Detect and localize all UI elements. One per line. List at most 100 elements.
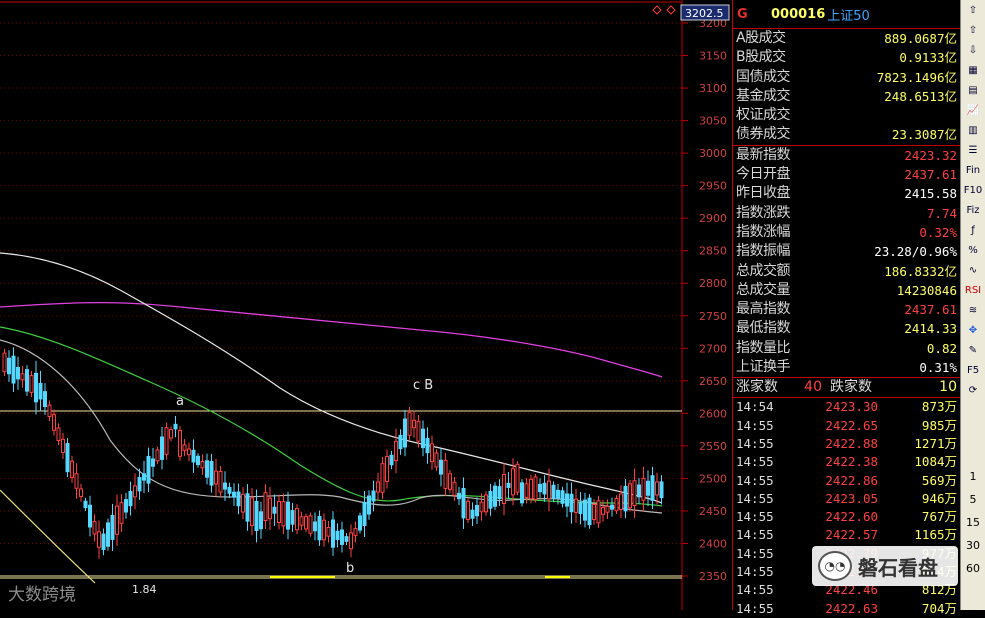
candle-body	[448, 473, 452, 490]
candle-body	[245, 493, 250, 522]
index-stat-value: 186.8332亿	[884, 263, 957, 279]
candle-body	[578, 502, 583, 514]
index-stat-label: 最低指数	[736, 320, 791, 337]
lines-icon[interactable]: ≋	[963, 301, 984, 320]
diamond-marker-icon	[666, 5, 676, 15]
index-stat-row: 指数振幅 23.28/0.96%	[733, 242, 960, 261]
candle-body	[92, 521, 97, 535]
period-button-30[interactable]: 30	[963, 534, 984, 556]
chart-icon[interactable]: 📈	[963, 101, 984, 120]
candle-body	[587, 497, 592, 526]
volume-stat-row: B股成交 0.9133亿	[733, 48, 960, 67]
tick-row: 14:55 2422.65 985万	[733, 417, 960, 435]
candle-body	[322, 519, 326, 541]
rsi-icon[interactable]: RSI	[963, 281, 984, 300]
volume-stat-value: 248.6513亿	[884, 88, 957, 104]
wave-icon[interactable]: ∿	[963, 261, 984, 280]
refresh-icon[interactable]: ⟳	[963, 381, 984, 400]
tick-volume: 1084万	[914, 454, 957, 470]
candle-body	[524, 483, 529, 498]
candle-body	[88, 504, 92, 528]
y-tick-label: 2800	[699, 277, 727, 290]
move-icon[interactable]: ✥	[963, 321, 984, 340]
index-stat-label: 指数涨幅	[736, 223, 791, 240]
candle-body	[335, 530, 340, 541]
up-count: 40	[804, 379, 822, 396]
index-stat-label: 总成交额	[736, 262, 791, 279]
candle-body	[556, 489, 560, 499]
g-badge[interactable]: G	[733, 7, 767, 22]
index-stat-value: 2437.61	[904, 302, 957, 318]
f-icon[interactable]: ƒ	[963, 221, 984, 240]
candle-body	[430, 443, 434, 463]
tick-row: 14:55 2423.05 946万	[733, 490, 960, 508]
y-tick-label: 2950	[699, 180, 727, 193]
up-count-label: 涨家数	[736, 379, 778, 396]
candle-body	[254, 500, 259, 532]
candle-icon[interactable]: ▥	[963, 121, 984, 140]
candle-body	[178, 429, 182, 457]
up-arrow-icon[interactable]: ⇧	[963, 1, 984, 20]
candle-body	[569, 493, 574, 513]
candle-body	[394, 440, 398, 462]
candle-body	[56, 427, 61, 441]
candle-body	[367, 495, 371, 515]
chart-svg[interactable]: 3200315031003050300029502900285028002750…	[0, 0, 732, 610]
pen-icon[interactable]: ✎	[963, 341, 984, 360]
f5-icon[interactable]: F5	[963, 361, 984, 380]
candle-body	[461, 487, 466, 519]
candle-body	[601, 507, 605, 515]
candle-body	[128, 490, 133, 507]
chart-grid	[0, 22, 682, 577]
candle-body	[340, 529, 344, 545]
table-icon[interactable]: ▤	[963, 81, 984, 100]
tick-price: 2422.57	[825, 527, 878, 543]
period-button-5[interactable]: 5	[963, 488, 984, 510]
y-tick-label: 2350	[699, 570, 727, 583]
candle-body	[281, 501, 286, 527]
candle-body	[164, 427, 169, 455]
tick-volume: 1271万	[914, 435, 957, 451]
candle-body	[619, 493, 623, 510]
tick-price: 2422.86	[825, 472, 878, 488]
candlestick-chart[interactable]: 3200 3150 3100 3050 3000 2950 2900 2850 2800 2750…	[0, 0, 732, 610]
watermark-panshi: ◔◔ 磐石看盘	[812, 546, 958, 586]
candle-body	[547, 480, 551, 500]
candle-body	[502, 474, 506, 504]
candle-body	[407, 412, 412, 436]
period-button-15[interactable]: 15	[963, 511, 984, 533]
candle-body	[218, 470, 223, 493]
index-stat-label: 最新指数	[736, 146, 791, 163]
f10-icon[interactable]: F10	[963, 181, 984, 200]
list-icon[interactable]: ☰	[963, 141, 984, 160]
tick-volume: 704万	[921, 600, 957, 616]
pct-icon[interactable]: %	[963, 241, 984, 260]
candle-body	[376, 481, 380, 493]
y-tick-label: 2500	[699, 472, 727, 485]
candle-body	[506, 482, 511, 488]
tick-price: 2423.30	[825, 399, 878, 415]
index-stat-label: 昨日收盘	[736, 185, 791, 202]
candle-body	[623, 485, 628, 512]
fin-icon[interactable]: Fin	[963, 161, 984, 180]
candle-body	[16, 367, 20, 380]
grid-icon[interactable]: ▦	[963, 61, 984, 80]
fiz-icon[interactable]: Fiz	[963, 201, 984, 220]
period-button-1[interactable]: 1	[963, 465, 984, 487]
volume-stat-value: 7823.1496亿	[876, 69, 957, 85]
volume-stat-label: 权证成交	[736, 107, 791, 124]
down-icon[interactable]: ⇩	[963, 41, 984, 60]
candle-body	[610, 504, 614, 510]
candle-body	[29, 375, 34, 393]
up-icon[interactable]: ⇧	[963, 21, 984, 40]
period-button-60[interactable]: 60	[963, 557, 984, 579]
candle-body	[2, 352, 7, 373]
candle-body	[182, 444, 187, 451]
wave-label-cB: c B	[413, 378, 433, 393]
candle-body	[515, 463, 520, 493]
candle-body	[353, 528, 358, 536]
top-price-label: 3202.5	[685, 7, 724, 20]
candle-body	[466, 500, 470, 520]
candle-body	[34, 372, 38, 403]
candle-body	[115, 505, 119, 535]
